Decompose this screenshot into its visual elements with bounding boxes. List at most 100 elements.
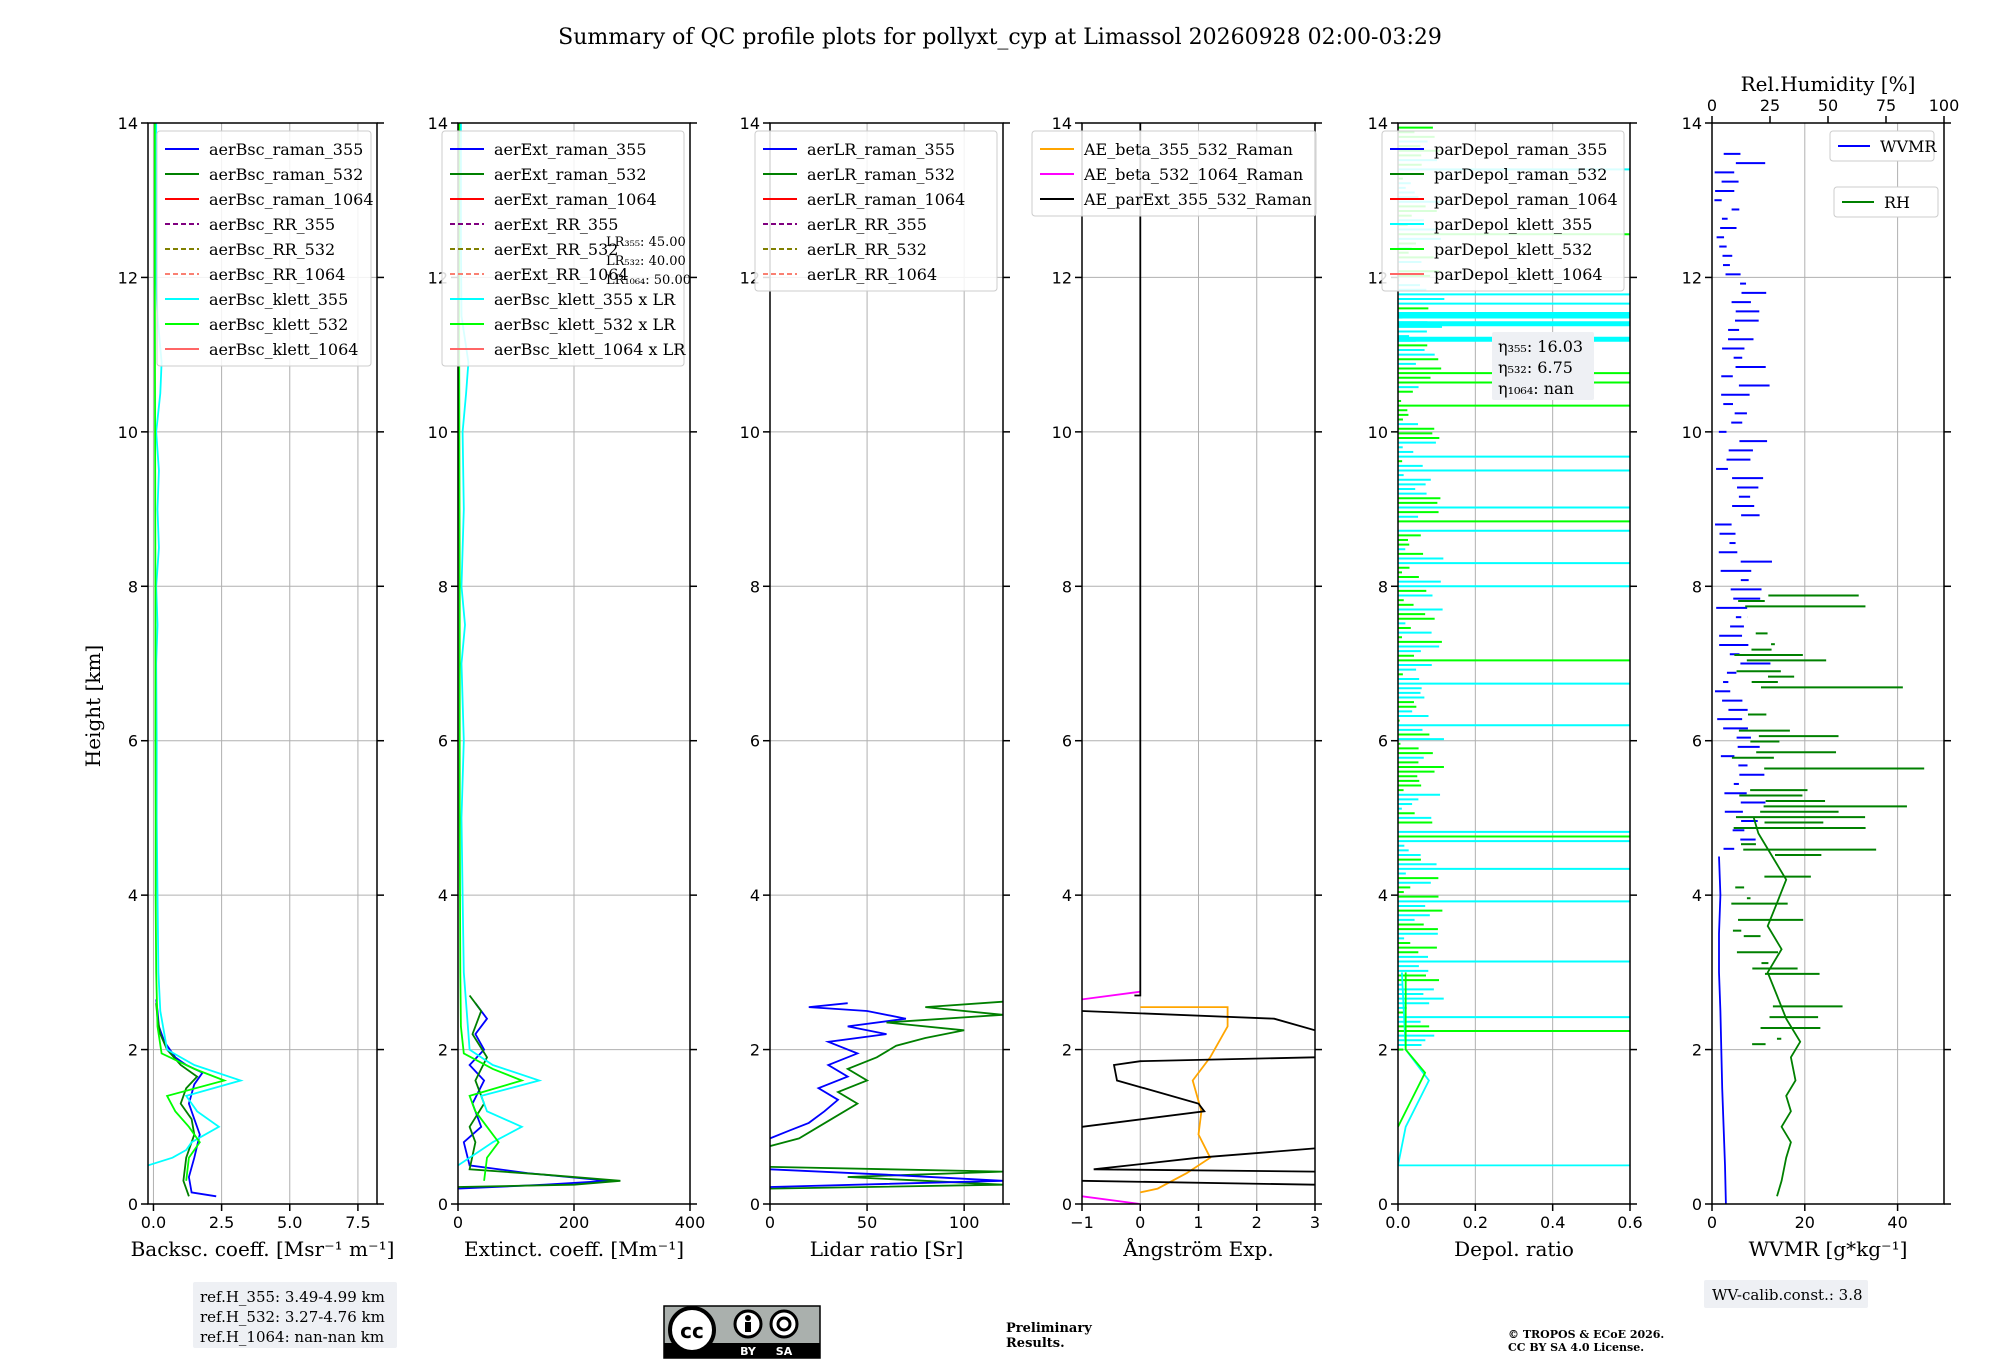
y-tick-label: 8 <box>1378 577 1388 596</box>
y-tick-label: 6 <box>1378 732 1388 751</box>
y-tick-label: 10 <box>118 423 138 442</box>
legend-entry: aerBsc_klett_355 x LR <box>494 290 676 309</box>
top-x-tick-label: 25 <box>1760 96 1780 115</box>
legend-entry: aerBsc_raman_355 <box>209 140 363 159</box>
y-tick-label: 12 <box>1682 268 1702 287</box>
y-tick-label: 2 <box>438 1041 448 1060</box>
legend-entry: parDepol_klett_532 <box>1434 240 1592 259</box>
legend-entry: aerExt_RR_355 <box>494 215 618 234</box>
share-alike-icon <box>769 1309 799 1339</box>
series-line <box>1082 1195 1141 1204</box>
legend-entry: aerBsc_raman_1064 <box>209 190 374 209</box>
y-tick-label: 2 <box>750 1041 760 1060</box>
wv-calib-const: WV-calib.const.: 3.8 <box>1712 1286 1863 1304</box>
y-tick-label: 14 <box>428 114 448 133</box>
preliminary-line-2: Results. <box>1006 1336 1065 1351</box>
y-tick-label: 10 <box>1368 423 1388 442</box>
eta-annotation: η₅₃₂: 6.75 <box>1498 358 1573 377</box>
x-tick-label: 100 <box>949 1213 980 1232</box>
y-tick-label: 0 <box>128 1195 138 1214</box>
top-x-tick-label: 75 <box>1876 96 1896 115</box>
y-tick-label: 10 <box>428 423 448 442</box>
legend-entry: parDepol_raman_532 <box>1434 165 1607 184</box>
panel-backscatter: 0 2 4 6 8 10 12 14 0.0 2.5 5.0 7.5 Backsc. coeff. [M… <box>118 114 395 1261</box>
y-tick-label: 12 <box>118 268 138 287</box>
series-line <box>770 1002 907 1140</box>
y-tick-label: 6 <box>1062 732 1072 751</box>
y-tick-label: 8 <box>750 577 760 596</box>
x-tick-label: 0 <box>453 1213 463 1232</box>
cc-by-label: BY <box>740 1345 757 1358</box>
x-tick-label: 20 <box>1795 1213 1815 1232</box>
y-tick-label: 10 <box>740 423 760 442</box>
y-tick-label: 14 <box>740 114 760 133</box>
panel-lidar-ratio: 024681012140 50 100Lidar ratio [Sr]aerLR_r… <box>740 114 1010 1261</box>
legend-entry: aerExt_raman_1064 <box>494 190 657 209</box>
y-tick-label: 8 <box>438 577 448 596</box>
y-tick-label: 4 <box>438 886 448 905</box>
y-tick-label: 0 <box>750 1195 760 1214</box>
top-x-tick-label: 100 <box>1929 96 1960 115</box>
eta-annotation: η₃₅₅: 16.03 <box>1498 337 1583 356</box>
y-tick-label: 4 <box>1378 886 1388 905</box>
x-tick-label: 0.0 <box>1385 1213 1410 1232</box>
y-tick-label: 14 <box>1052 114 1072 133</box>
y-axis-label: Height [km] <box>81 645 105 767</box>
top-x-tick-label: 50 <box>1818 96 1838 115</box>
y-tick-label: 2 <box>1062 1041 1072 1060</box>
y-tick-label: 14 <box>1368 114 1388 133</box>
svg-text:cc: cc <box>680 1319 704 1343</box>
cc-license-badge: cc BY SA <box>663 1305 821 1359</box>
panel-extinction: 024681012140 200 400Extinct. coeff. [Mm⁻¹]… <box>428 114 706 1261</box>
y-tick-label: 8 <box>1692 577 1702 596</box>
x-axis-label: WVMR [g*kg⁻¹] <box>1749 1237 1908 1261</box>
legend-entry: AE_beta_355_532_Raman <box>1083 140 1293 159</box>
x-tick-label: 50 <box>857 1213 877 1232</box>
x-axis-label: Depol. ratio <box>1454 1237 1574 1261</box>
y-tick-label: 4 <box>750 886 760 905</box>
y-tick-label: 8 <box>128 577 138 596</box>
legend-entry: aerBsc_klett_1064 <box>209 340 358 359</box>
y-tick-label: 10 <box>1682 423 1702 442</box>
y-tick-label: 0 <box>1692 1195 1702 1214</box>
y-tick-label: 6 <box>128 732 138 751</box>
series-line <box>1093 1147 1315 1173</box>
top-x-axis-label: Rel.Humidity [%] <box>1741 72 1916 96</box>
panel-depolarization: 024681012140.0 0.2 0.4 0.6Depol. ratioparDe… <box>1368 114 1643 1261</box>
legend-entry: aerBsc_klett_355 <box>209 290 348 309</box>
x-tick-label: 0.0 <box>141 1213 166 1232</box>
y-tick-label: 14 <box>1682 114 1702 133</box>
y-tick-label: 6 <box>438 732 448 751</box>
x-axis-label: Backsc. coeff. [Msr⁻¹ m⁻¹] <box>131 1237 395 1261</box>
legend-entry: aerBsc_RR_532 <box>209 240 335 259</box>
legend-entry: aerLR_raman_1064 <box>807 190 965 209</box>
x-tick-label: 200 <box>559 1213 590 1232</box>
x-axis-label: Lidar ratio [Sr] <box>810 1237 964 1261</box>
x-tick-label: 0 <box>1135 1213 1145 1232</box>
x-tick-label: 3 <box>1310 1213 1320 1232</box>
y-tick-label: 4 <box>1692 886 1702 905</box>
legend-entry: aerLR_RR_532 <box>807 240 927 259</box>
series-line <box>1718 856 1727 1204</box>
copyright-line-2: CC BY SA 4.0 License. <box>1508 1341 1644 1354</box>
legend-entry: AE_beta_532_1064_Raman <box>1083 165 1303 184</box>
x-axis-label: Ångström Exp. <box>1122 1236 1273 1261</box>
legend-entry: aerLR_raman_532 <box>807 165 955 184</box>
y-tick-label: 0 <box>438 1195 448 1214</box>
legend-entry: aerBsc_RR_355 <box>209 215 335 234</box>
legend-entry: AE_parExt_355_532_Raman <box>1083 190 1312 209</box>
legend-entry: parDepol_raman_355 <box>1434 140 1607 159</box>
lidar-ratio-annotation: LR₃₅₅: 45.00 <box>606 235 686 250</box>
eta-annotation: η₁₀₆₄: nan <box>1498 379 1574 398</box>
x-tick-label: 1 <box>1193 1213 1203 1232</box>
y-tick-label: 6 <box>1692 732 1702 751</box>
y-tick-label: 4 <box>1062 886 1072 905</box>
x-tick-label: −1 <box>1070 1213 1094 1232</box>
legend-entry: aerLR_RR_1064 <box>807 265 937 284</box>
series-line <box>1398 972 1630 1167</box>
x-tick-label: 2 <box>1252 1213 1262 1232</box>
legend-entry: aerBsc_klett_532 x LR <box>494 315 676 334</box>
panel-angstrom: 02468101214−1 0 1 2 3Ångström Exp.AE_beta_35… <box>1031 114 1322 1261</box>
panels: 024681012140.0 2.5 5.0 7.5Backsc. coeff. [M… <box>118 72 1960 1261</box>
panel-water-vapor: 0 2 4 6 8 10 12 14 0 20 40 WVMR [g*kg⁻¹] 0 25 50 75 100 R… <box>1682 72 1960 1261</box>
